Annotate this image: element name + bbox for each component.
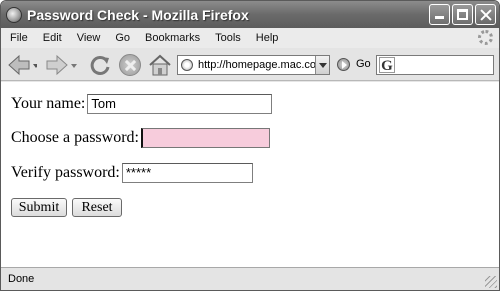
verify-row: Verify password: ***** [11,163,253,183]
name-input[interactable]: Tom [87,94,273,114]
password-input[interactable] [140,128,270,148]
name-label: Your name: [11,95,86,112]
menu-bookmarks[interactable]: Bookmarks [145,32,200,44]
throbber-icon [478,30,493,45]
forward-arrow-icon[interactable] [45,54,79,76]
url-dropdown-icon[interactable] [315,56,329,74]
menu-help[interactable]: Help [256,32,279,44]
verify-label: Verify password: [11,164,120,181]
password-row: Choose a password: [11,128,270,148]
reset-button[interactable]: Reset [72,198,122,217]
menu-file[interactable]: File [10,32,28,44]
password-label: Choose a password: [11,129,139,146]
status-bar: Done [1,267,499,290]
menu-go[interactable]: Go [115,32,130,44]
window-title: Password Check - Mozilla Firefox [27,6,249,23]
navigation-toolbar: http://homepage.mac.com Go G [1,48,499,81]
go-arrow-icon[interactable] [337,58,350,71]
menu-bar: File Edit View Go Bookmarks Tools Help [1,28,499,48]
window-controls [429,4,496,25]
menu-view[interactable]: View [77,32,101,44]
resize-grip-icon[interactable] [485,276,497,288]
search-bar[interactable]: G [376,55,494,75]
site-favicon-icon [181,59,193,71]
google-search-icon[interactable]: G [379,57,395,74]
browser-window: Password Check - Mozilla Firefox File Ed… [0,0,500,291]
verify-password-input[interactable]: ***** [121,163,253,183]
menu-edit[interactable]: Edit [43,32,62,44]
name-row: Your name: Tom [11,94,273,114]
home-icon[interactable] [148,53,172,77]
stop-icon[interactable] [119,54,141,76]
title-bar[interactable]: Password Check - Mozilla Firefox [1,1,499,28]
back-arrow-icon[interactable] [7,54,37,76]
url-text[interactable]: http://homepage.mac.com [198,59,325,71]
close-button[interactable] [475,4,496,25]
url-bar[interactable]: http://homepage.mac.com [177,55,330,75]
go-button[interactable]: Go [356,58,371,70]
reload-icon[interactable] [89,54,111,76]
minimize-button[interactable] [429,4,450,25]
maximize-button[interactable] [452,4,473,25]
page-content: Your name: Tom Choose a password: Verify… [1,82,499,267]
menu-tools[interactable]: Tools [215,32,241,44]
status-text: Done [8,273,35,285]
firefox-icon [6,6,22,23]
submit-button[interactable]: Submit [11,198,67,217]
